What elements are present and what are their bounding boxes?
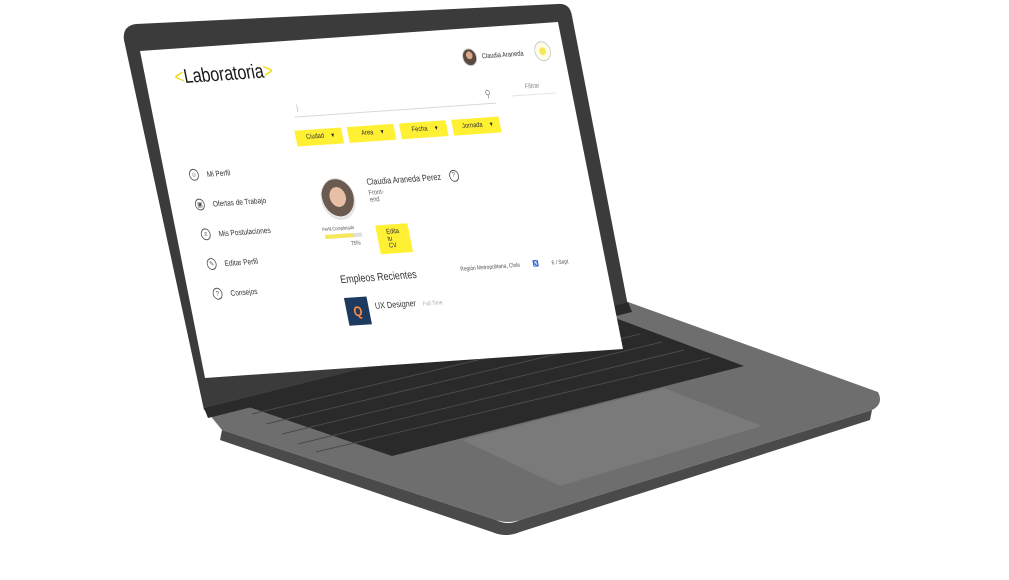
filter-button[interactable]: Filtrar (508, 78, 556, 97)
caret-down-icon: ▼ (379, 129, 386, 136)
completion-bar-fill (324, 233, 354, 240)
filter-bar: Ciudad ▼ Area ▼ Fecha ▼ Jornada ▼ (294, 116, 502, 147)
job-location: Región Metropolitana, Chile (459, 262, 521, 273)
sidebar-item-label: Ofertas de Trabajo (211, 195, 267, 209)
edit-icon: ✎ (205, 257, 218, 271)
search-placeholder: | (295, 103, 299, 113)
list-item[interactable]: Q UX Designer Full Time (343, 291, 446, 326)
sidebar: ☺ Mi Perfil ▣ Ofertas de Trabajo ≡ Mis P… (186, 152, 328, 308)
company-logo: Q (343, 296, 372, 326)
search-input[interactable]: | ⚲ (291, 86, 496, 118)
avatar (460, 47, 479, 67)
list-icon: ≡ (199, 228, 212, 241)
filter-ciudad[interactable]: Ciudad ▼ (294, 127, 345, 147)
completion-value: 75% (350, 240, 362, 248)
completion-bar (324, 232, 363, 240)
job-meta: Región Metropolitana, Chile ♿ 6 / Sept (460, 258, 569, 272)
filter-label: Ciudad (305, 132, 325, 141)
help-icon: ? (211, 287, 224, 301)
caret-down-icon: ▼ (433, 125, 440, 133)
filter-fecha[interactable]: Fecha ▼ (398, 120, 449, 140)
accessibility-icon: ♿ (532, 261, 540, 268)
briefcase-icon: ▣ (193, 198, 206, 211)
caret-down-icon: ▼ (488, 121, 495, 129)
search-icon[interactable]: ⚲ (484, 89, 492, 100)
job-title: UX Designer (373, 298, 417, 311)
app-logo[interactable]: <Laboratoria> (172, 60, 275, 90)
screen: <Laboratoria> Claudia Araneda | ⚲ Filtra… (140, 21, 623, 378)
user-icon: ☺ (187, 168, 200, 182)
sidebar-item-label: Editar Perfil (223, 256, 259, 268)
profile-name: Claudia Araneda Perez (365, 171, 442, 187)
profile-name-row: Claudia Araneda Perez ? (365, 169, 460, 188)
logo-text: Laboratoria (181, 60, 266, 88)
filter-area[interactable]: Area ▼ (346, 123, 397, 143)
sidebar-item-label: Consejos (229, 286, 259, 298)
help-icon[interactable]: ? (447, 169, 460, 183)
sidebar-item-label: Mis Postulaciones (217, 225, 272, 238)
bell-icon (538, 46, 547, 56)
sidebar-item-label: Mi Perfil (205, 167, 231, 179)
filter-jornada[interactable]: Jornada ▼ (451, 116, 502, 136)
caret-down-icon: ▼ (330, 132, 336, 140)
filter-label: Fecha (411, 125, 429, 134)
user-menu[interactable]: Claudia Araneda (460, 45, 525, 67)
notification-button[interactable] (532, 40, 553, 62)
section-title: Empleos Recientes (339, 268, 418, 287)
avatar (317, 177, 360, 221)
job-type: Full Time (422, 300, 444, 308)
user-name: Claudia Araneda (481, 50, 525, 60)
filter-label: Area (360, 129, 375, 138)
sidebar-item-consejos[interactable]: ? Consejos (210, 271, 328, 309)
edit-cv-button[interactable]: Edita tu CV (375, 223, 414, 255)
job-date: 6 / Sept (551, 258, 569, 266)
completion-label: Perfil Completado (321, 225, 355, 234)
scene: <Laboratoria> Claudia Araneda | ⚲ Filtra… (0, 0, 1009, 580)
profile-role: Front-end (368, 188, 385, 204)
filter-label: Jornada (461, 121, 484, 131)
